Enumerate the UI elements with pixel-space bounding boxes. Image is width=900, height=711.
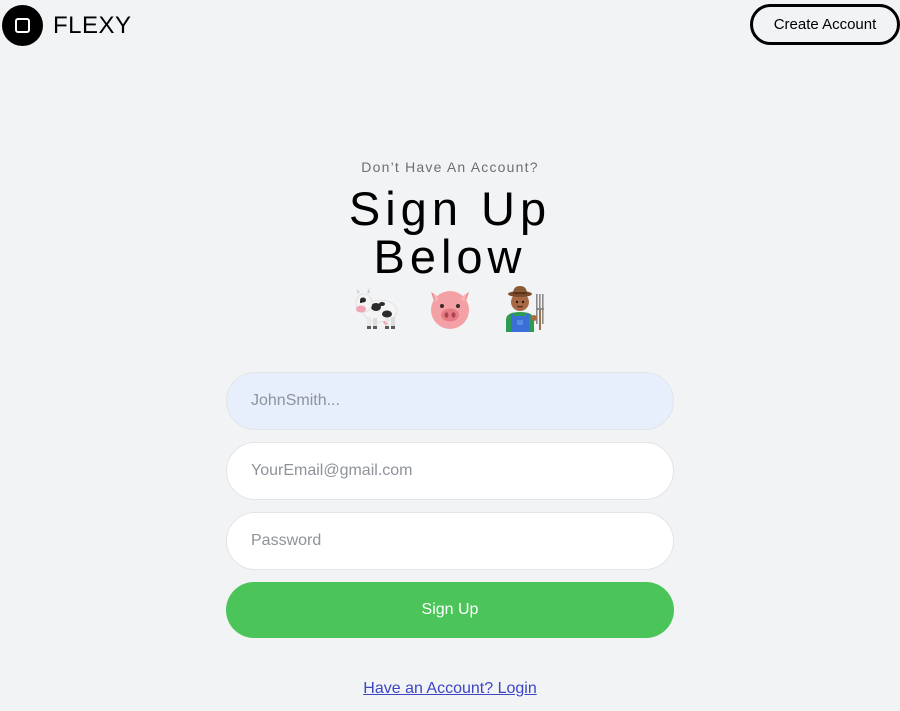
sign-up-button[interactable]: Sign Up: [226, 582, 674, 638]
name-input[interactable]: [226, 372, 674, 430]
signup-page: FLEXY Create Account Don’t Have An Accou…: [0, 0, 900, 711]
hero-subtitle: Don’t Have An Account?: [361, 159, 539, 175]
emoji-row: [0, 284, 900, 332]
email-input[interactable]: [226, 442, 674, 500]
title-line-1: Sign Up: [348, 182, 552, 235]
logo-icon: [2, 5, 43, 46]
farmer-icon: [506, 286, 544, 332]
password-input[interactable]: [226, 512, 674, 570]
pig-icon: [431, 291, 469, 329]
logo[interactable]: FLEXY: [2, 5, 132, 46]
title-line-2: Below: [373, 230, 527, 283]
brand-name: FLEXY: [53, 11, 132, 39]
page-title: Sign Up Below: [0, 185, 900, 281]
login-link[interactable]: Have an Account? Login: [0, 680, 900, 698]
create-account-button[interactable]: Create Account: [750, 4, 900, 45]
cow-icon: [355, 288, 398, 329]
